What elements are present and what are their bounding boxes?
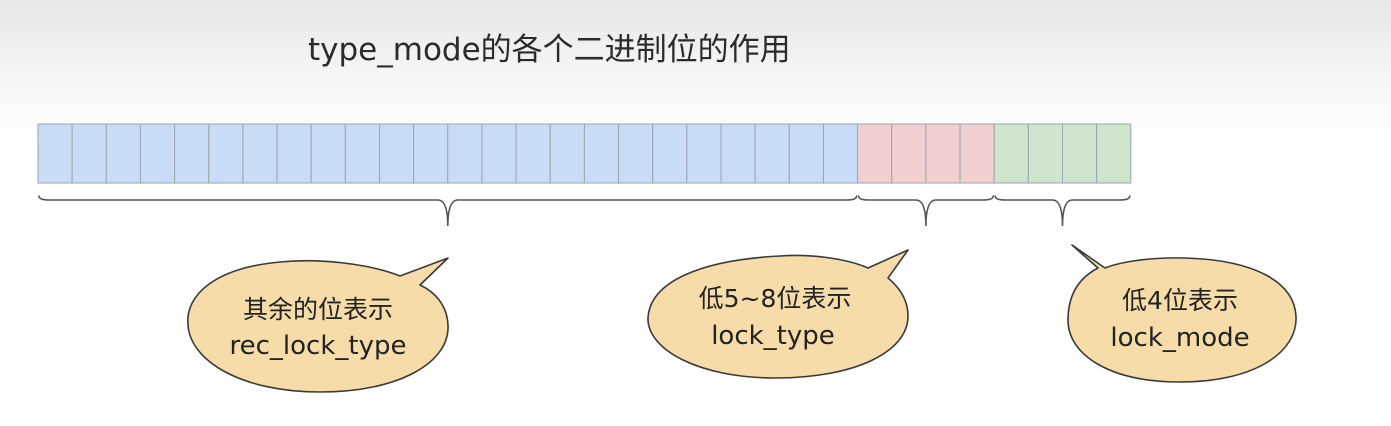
bit-cell-rec-lock-type <box>310 123 346 184</box>
bit-cell-rec-lock-type <box>276 123 312 184</box>
callout-rec-lock-type-bubble <box>187 257 449 393</box>
bit-cell-lock-mode <box>1062 123 1098 184</box>
bit-cell-rec-lock-type <box>242 123 278 184</box>
bit-cell-rec-lock-type <box>413 123 449 184</box>
bit-cell-rec-lock-type <box>686 123 722 184</box>
bit-cell-lock-type <box>925 123 961 184</box>
brace-lock-mode <box>994 195 1131 227</box>
bit-cell-rec-lock-type <box>344 123 381 184</box>
callout-rec-lock-type: 其余的位表示 rec_lock_type <box>187 257 449 393</box>
bit-cell-rec-lock-type <box>618 123 654 184</box>
group-braces <box>38 195 1131 227</box>
callout-lock-type: 低5~8位表示 lock_type <box>647 249 909 379</box>
bit-layout-diagram: 其余的位表示 rec_lock_type 低5~8位表示 lock_type 低… <box>37 123 1297 393</box>
bit-cell-rec-lock-type <box>788 123 824 184</box>
bit-cell-rec-lock-type <box>652 123 688 184</box>
bit-cells <box>37 123 1132 184</box>
callout-lock-mode-line1: 低4位表示 <box>1122 286 1238 315</box>
bit-cell-rec-lock-type <box>583 123 620 184</box>
callout-lock-mode-line2: lock_mode <box>1110 323 1249 353</box>
bit-cell-rec-lock-type <box>208 123 244 184</box>
bit-cell-rec-lock-type <box>515 123 551 184</box>
bit-cell-rec-lock-type <box>822 123 859 184</box>
callout-lock-type-line2: lock_type <box>711 321 835 351</box>
bit-cell-rec-lock-type <box>481 123 517 184</box>
bit-cell-rec-lock-type <box>37 123 73 184</box>
callout-lock-mode: 低4位表示 lock_mode <box>1067 244 1297 383</box>
bit-cell-rec-lock-type <box>71 123 107 184</box>
bit-cell-lock-mode <box>1096 123 1132 184</box>
bit-cell-lock-type <box>857 123 893 184</box>
bit-cell-lock-mode <box>1027 123 1063 184</box>
bit-cell-rec-lock-type <box>105 123 141 184</box>
callout-lock-type-bubble <box>647 249 909 379</box>
callout-rec-lock-type-line2: rec_lock_type <box>230 331 407 361</box>
bit-cell-rec-lock-type <box>139 123 176 184</box>
bit-cell-lock-type <box>959 123 995 184</box>
bit-cell-rec-lock-type <box>447 123 483 184</box>
bit-cell-rec-lock-type <box>754 123 790 184</box>
bit-cell-lock-mode <box>993 123 1029 184</box>
bit-cell-lock-type <box>891 123 927 184</box>
bit-cell-rec-lock-type <box>174 123 210 184</box>
brace-lock-type <box>857 195 994 227</box>
brace-rec-lock-type <box>38 195 858 227</box>
bit-cell-rec-lock-type <box>379 123 415 184</box>
bit-cell-rec-lock-type <box>549 123 585 184</box>
bit-cell-rec-lock-type <box>720 123 756 184</box>
callout-lock-type-line1: 低5~8位表示 <box>699 284 852 313</box>
callout-rec-lock-type-line1: 其余的位表示 <box>243 295 393 324</box>
